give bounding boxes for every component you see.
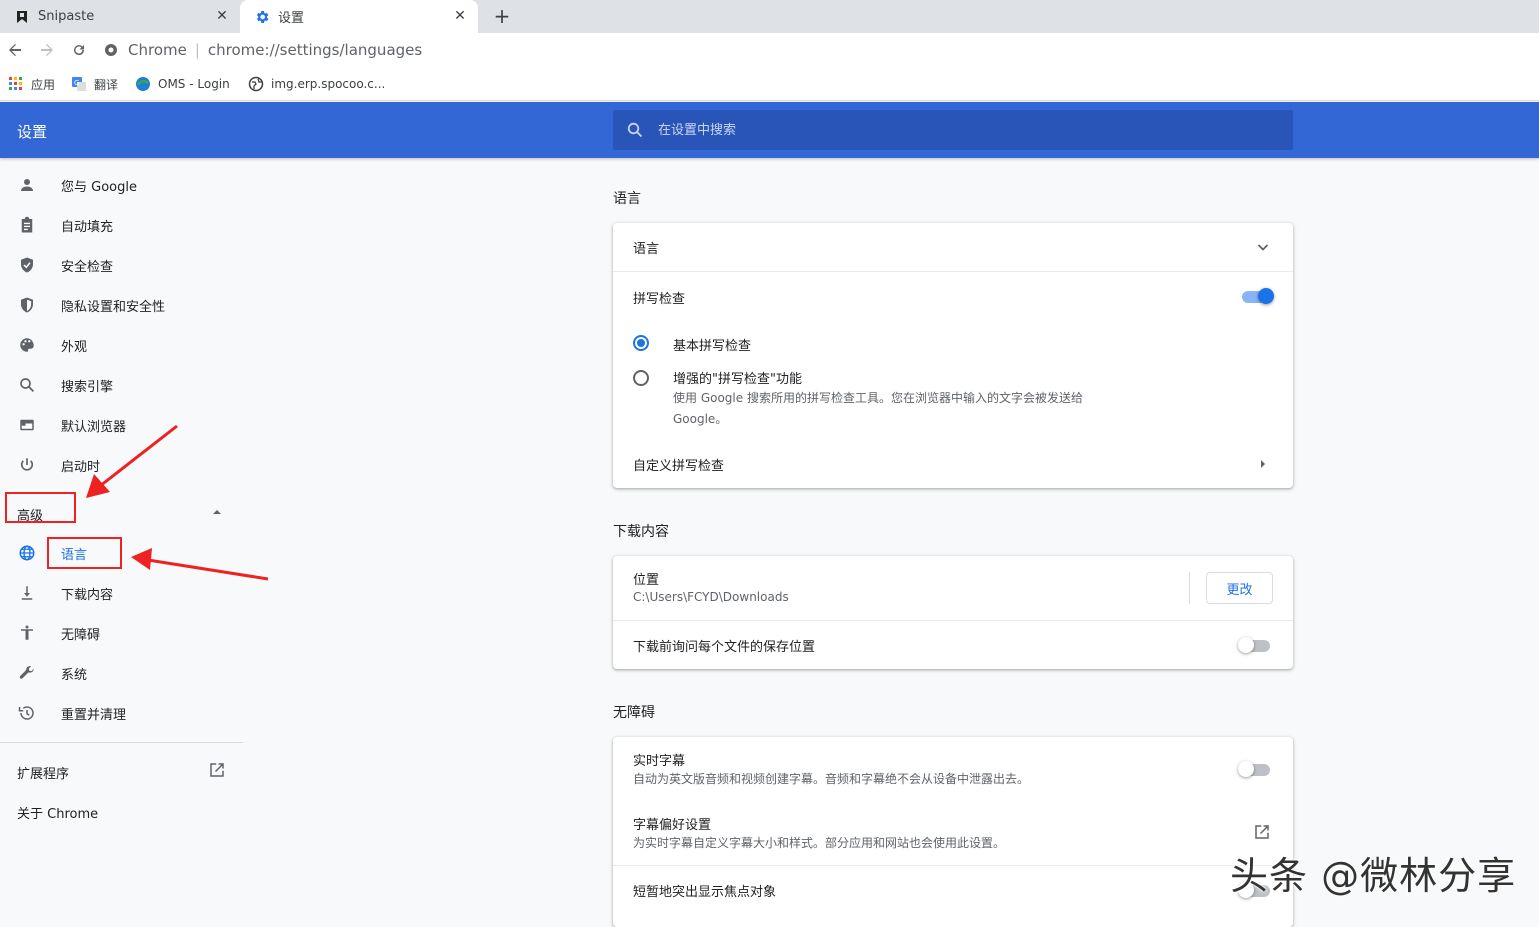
- annotation-arrows: [86, 424, 269, 581]
- annotation-arrow-to-languages: [131, 548, 269, 581]
- watermark-text: 头条 @微林分享: [1230, 854, 1517, 898]
- annotation-arrow-to-advanced: [86, 424, 178, 498]
